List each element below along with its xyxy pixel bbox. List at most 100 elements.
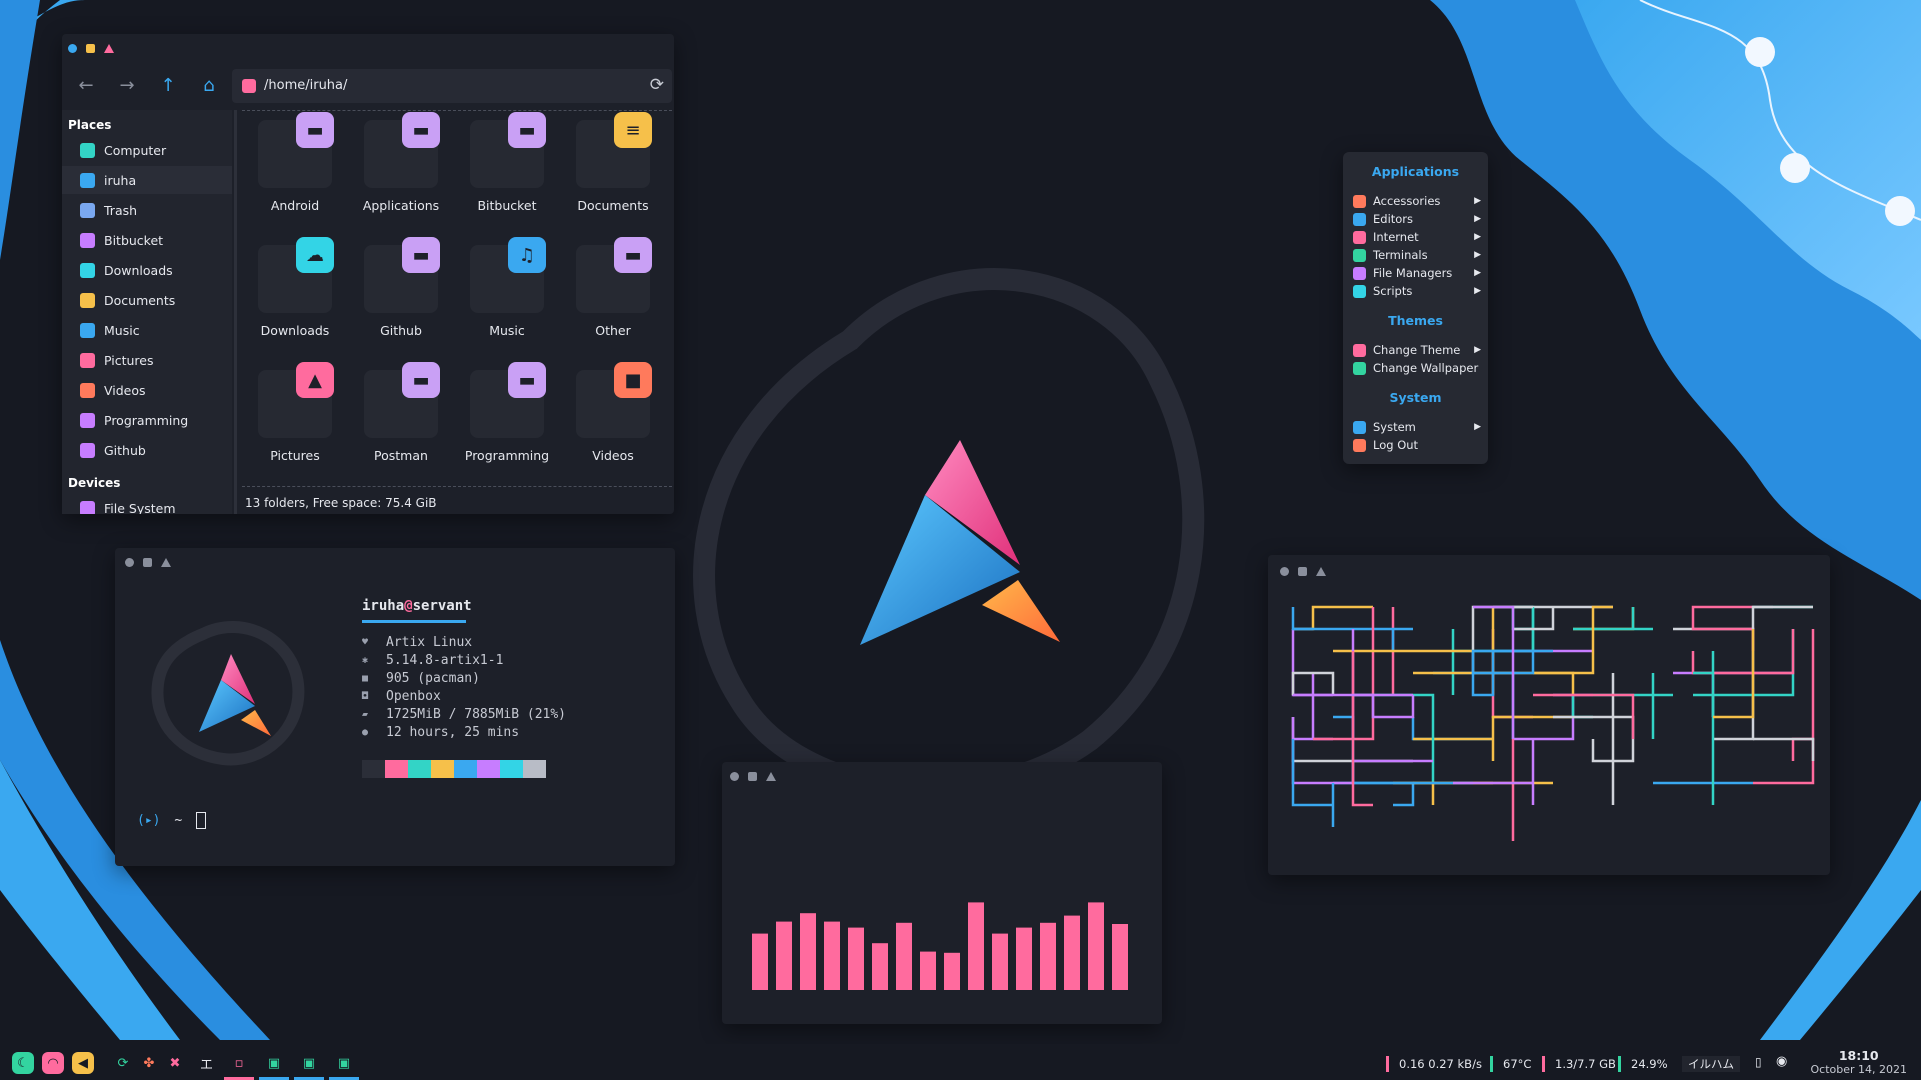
maximize-button[interactable]	[161, 558, 171, 567]
fetch-value: 12 hours, 25 mins	[386, 725, 520, 740]
folder-icon: ▲	[258, 362, 334, 438]
minimize-button[interactable]	[86, 44, 95, 53]
folder-icon: ■	[576, 362, 652, 438]
bottom-divider	[242, 486, 672, 487]
folder-item[interactable]: ▬ Applications	[348, 112, 454, 232]
menu-item-internet[interactable]: Internet ▶	[1353, 228, 1481, 246]
sidebar-item-iruha[interactable]: iruha	[62, 166, 232, 194]
path-home-icon	[242, 79, 256, 93]
username: iruha	[362, 598, 405, 614]
pipe-segment	[1691, 605, 1773, 651]
sidebar-item-downloads[interactable]: Downloads	[62, 256, 232, 284]
menu-item-scripts[interactable]: Scripts ▶	[1353, 282, 1481, 300]
folder-item[interactable]: ▲ Pictures	[242, 362, 348, 482]
clock-time: 18:10	[1838, 1048, 1879, 1063]
sidebar-item-music[interactable]: Music	[62, 316, 232, 344]
sidebar-item-label: Github	[104, 442, 146, 458]
folder-item[interactable]: ▬ Other	[560, 237, 666, 357]
minimize-button[interactable]	[143, 558, 152, 567]
close-button[interactable]	[125, 558, 134, 567]
menu-item-log-out[interactable]: Log Out	[1353, 436, 1481, 454]
heart-icon: ♥	[362, 637, 369, 648]
wifi-icon[interactable]: ◠	[42, 1052, 64, 1074]
at-sign: @	[404, 598, 413, 614]
status-text: 24.9%	[1631, 1057, 1668, 1071]
pipe-segment	[1693, 651, 1715, 717]
sidebar-item-label: iruha	[104, 172, 137, 188]
menu-section-title: Themes	[1388, 313, 1443, 328]
path-text: /home/iruha/	[264, 78, 348, 93]
sidebar-item-documents[interactable]: Documents	[62, 286, 232, 314]
maximize-button[interactable]	[104, 44, 114, 53]
menu-item-accessories[interactable]: Accessories ▶	[1353, 192, 1481, 210]
pipe-segment	[1791, 629, 1815, 761]
sidebar-item-bitbucket[interactable]: Bitbucket	[62, 226, 232, 254]
workspace-button[interactable]: ▣	[298, 1052, 320, 1074]
puzzle-icon[interactable]: ✖	[164, 1052, 186, 1074]
back-arrow-icon[interactable]: ←	[76, 76, 96, 96]
folder-item[interactable]: ≡ Documents	[560, 112, 666, 232]
folder-item[interactable]: ☁ Downloads	[242, 237, 348, 357]
fetch-line: ▰ 1725MiB / 7885MiB (21%)	[362, 707, 566, 722]
menu-item-change-theme[interactable]: Change Theme ▶	[1353, 341, 1481, 359]
visualizer-bar	[752, 933, 768, 990]
sidebar-item-trash[interactable]: Trash	[62, 196, 232, 224]
menu-item-icon	[1353, 230, 1366, 244]
folder-icon: ☁	[258, 237, 334, 313]
volume-icon[interactable]: ◀	[72, 1052, 94, 1074]
clipboard-icon[interactable]: ▯	[1755, 1055, 1762, 1069]
gear-icon: ✱	[362, 655, 369, 666]
sidebar-item-videos[interactable]: Videos	[62, 376, 232, 404]
location-bar[interactable]: /home/iruha/ ⟳	[232, 69, 672, 103]
menu-section-title: Applications	[1371, 164, 1460, 179]
workspace-button[interactable]: ▫	[228, 1052, 250, 1074]
folder-item[interactable]: ▬ Bitbucket	[454, 112, 560, 232]
sidebar-item-pictures[interactable]: Pictures	[62, 346, 232, 374]
sidebar-item-programming[interactable]: Programming	[62, 406, 232, 434]
workspace-button[interactable]: ▣	[333, 1052, 355, 1074]
shell-prompt[interactable]: (▸) ~	[137, 812, 206, 829]
sidebar-item-label: Trash	[104, 202, 138, 218]
folder-name: Music	[489, 323, 525, 338]
forward-arrow-icon[interactable]: →	[117, 76, 137, 96]
sync-icon[interactable]: ⟳	[112, 1052, 134, 1074]
workspace-button[interactable]: ▣	[263, 1052, 285, 1074]
menu-item-label: System	[1373, 420, 1416, 434]
menu-item-system[interactable]: System ▶	[1353, 418, 1481, 436]
folder-item[interactable]: ♫ Music	[454, 237, 560, 357]
home-icon[interactable]: ⌂	[199, 76, 219, 96]
launcher-icon[interactable]: ☾	[12, 1052, 34, 1074]
menu-item-change-wallpaper[interactable]: Change Wallpaper	[1353, 359, 1481, 377]
folder-name: Videos	[592, 448, 634, 463]
sidebar-item-label: Pictures	[104, 352, 154, 368]
folder-item[interactable]: ▬ Android	[242, 112, 348, 232]
menu-item-terminals[interactable]: Terminals ▶	[1353, 246, 1481, 264]
pipe-segment	[1573, 607, 1635, 631]
palette-swatch	[500, 760, 523, 778]
menu-item-icon	[1353, 438, 1366, 452]
folder-item[interactable]: ▬ Postman	[348, 362, 454, 482]
folder-item[interactable]: ■ Videos	[560, 362, 666, 482]
pipe-segment	[1291, 607, 1313, 631]
folder-badge-icon: ▬	[402, 112, 440, 148]
folder-item[interactable]: ▬ Github	[348, 237, 454, 357]
palette-swatch	[385, 760, 408, 778]
folder-icon: ▬	[364, 112, 440, 188]
close-button[interactable]	[68, 44, 77, 53]
reload-icon[interactable]: ⟳	[650, 75, 664, 95]
menu-item-file-managers[interactable]: File Managers ▶	[1353, 264, 1481, 282]
submenu-arrow-icon: ▶	[1474, 286, 1481, 296]
pipe-segment	[1293, 605, 1373, 631]
up-arrow-icon[interactable]: ↑	[158, 76, 178, 96]
sidebar-item-computer[interactable]: Computer	[62, 136, 232, 164]
folder-item[interactable]: ▬ Programming	[454, 362, 560, 482]
discord-icon[interactable]: ◉	[1776, 1054, 1787, 1069]
user-host: iruha@servant	[362, 598, 472, 614]
pinwheel-icon[interactable]: ✤	[138, 1052, 160, 1074]
menu-item-editors[interactable]: Editors ▶	[1353, 210, 1481, 228]
clock[interactable]: 18:10 October 14, 2021	[1810, 1048, 1907, 1076]
sidebar-item-github[interactable]: Github	[62, 436, 232, 464]
status-bar-marker	[1618, 1056, 1621, 1072]
sidebar-item-file-system[interactable]: File System	[62, 494, 232, 514]
pipe-segment	[1533, 605, 1613, 675]
